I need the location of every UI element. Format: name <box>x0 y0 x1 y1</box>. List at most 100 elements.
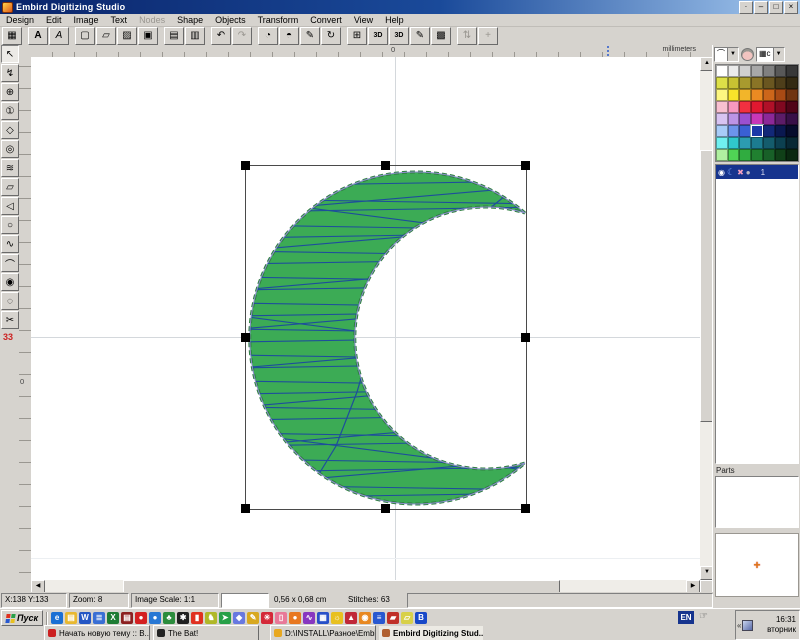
color-swatch[interactable] <box>728 125 740 137</box>
color-swatch[interactable] <box>728 101 740 113</box>
color-swatch[interactable] <box>775 137 787 149</box>
preview-button[interactable]: ▦ <box>2 27 22 45</box>
color-swatch[interactable] <box>775 149 787 161</box>
column-arrow-tool[interactable]: ◁ <box>1 197 19 215</box>
arc-tool-tool[interactable]: ⌒ <box>1 254 19 272</box>
help-button[interactable]: · <box>739 1 753 14</box>
sew-simulator-button[interactable]: ✎ <box>410 27 430 45</box>
view-3d-button[interactable]: 3D <box>368 27 388 45</box>
color-swatch[interactable] <box>739 125 751 137</box>
quick-launch-icon[interactable]: ♣ <box>163 612 175 624</box>
color-swatch[interactable] <box>786 113 798 125</box>
color-swatch[interactable] <box>786 125 798 137</box>
color-swatch[interactable] <box>786 137 798 149</box>
quick-launch-icon[interactable]: ▦ <box>317 612 329 624</box>
ghost-shape-tool[interactable]: ◌ <box>1 292 19 310</box>
color-swatch[interactable] <box>786 65 798 77</box>
color-swatch[interactable] <box>751 101 763 113</box>
quick-launch-icon[interactable]: X <box>107 612 119 624</box>
quick-launch-icon[interactable]: ▮ <box>191 612 203 624</box>
color-swatch[interactable] <box>763 65 775 77</box>
quick-launch-icon[interactable]: ✎ <box>247 612 259 624</box>
taskbar-window-button[interactable]: Начать новую тему :: B... <box>44 625 150 640</box>
zoom-1-1-tool[interactable]: ① <box>1 102 19 120</box>
color-swatch[interactable] <box>716 101 728 113</box>
selection-handle[interactable] <box>241 504 250 513</box>
color-swatch[interactable] <box>775 77 787 89</box>
edit-nodes-tool[interactable]: ↯ <box>1 64 19 82</box>
color-swatch[interactable] <box>716 137 728 149</box>
language-indicator[interactable]: EN <box>678 611 694 624</box>
color-swatch[interactable] <box>739 149 751 161</box>
color-swatch[interactable] <box>716 77 728 89</box>
color-swatch[interactable] <box>739 77 751 89</box>
color-swatch[interactable] <box>763 125 775 137</box>
regenerate-button[interactable]: ↻ <box>321 27 341 45</box>
menu-objects[interactable]: Objects <box>209 14 252 26</box>
color-swatch[interactable] <box>716 125 728 137</box>
quick-launch-icon[interactable]: ☼ <box>331 612 343 624</box>
image-tool-button[interactable]: ▩ <box>431 27 451 45</box>
selection-rectangle[interactable] <box>245 165 527 510</box>
color-swatch[interactable] <box>775 101 787 113</box>
color-swatch[interactable] <box>739 137 751 149</box>
open-image-button[interactable]: ▨ <box>117 27 137 45</box>
tray-collapse-chevron[interactable]: « <box>737 621 741 630</box>
quick-launch-icon[interactable]: ♞ <box>205 612 217 624</box>
quick-launch-icon[interactable]: ➤ <box>219 612 231 624</box>
design-canvas[interactable] <box>31 57 700 580</box>
color-swatch[interactable] <box>751 89 763 101</box>
color-swatch[interactable] <box>751 113 763 125</box>
selection-handle[interactable] <box>381 161 390 170</box>
tray-app-icon[interactable] <box>742 620 753 631</box>
color-swatch[interactable] <box>739 89 751 101</box>
menu-image[interactable]: Image <box>68 14 105 26</box>
menu-shape[interactable]: Shape <box>171 14 209 26</box>
quick-launch-icon[interactable]: ▯ <box>275 612 287 624</box>
color-swatch[interactable] <box>739 101 751 113</box>
undo-button[interactable]: ↶ <box>211 27 231 45</box>
quick-launch-icon[interactable]: ▱ <box>401 612 413 624</box>
menu-view[interactable]: View <box>348 14 379 26</box>
layer-row-selected[interactable]: ◉ ☾ ✖ ● 1 <box>716 165 798 179</box>
density-edit-button[interactable]: ✎ <box>300 27 320 45</box>
view-3d-stitches-button[interactable]: 3D <box>389 27 409 45</box>
taskbar-window-button[interactable]: The Bat! <box>153 625 259 640</box>
menu-design[interactable]: Design <box>0 14 40 26</box>
digitizer-head-icon[interactable] <box>741 48 754 61</box>
horizontal-scrollbar[interactable]: ◀ ▶ <box>31 580 700 592</box>
color-swatch[interactable] <box>775 65 787 77</box>
selection-handle[interactable] <box>241 161 250 170</box>
color-swatch[interactable] <box>728 89 740 101</box>
outline-shape-tool[interactable]: ○ <box>1 216 19 234</box>
quick-launch-icon[interactable]: ✳ <box>261 612 273 624</box>
quick-launch-icon[interactable]: ● <box>135 612 147 624</box>
pattern-combo[interactable]: ▦c ▼ <box>756 47 785 62</box>
color-swatch[interactable] <box>786 89 798 101</box>
vertical-scrollbar[interactable]: ▲ ▼ <box>700 57 712 580</box>
fill-hole-tool[interactable]: ◎ <box>1 140 19 158</box>
color-swatch[interactable] <box>716 65 728 77</box>
quick-launch-icon[interactable]: ✱ <box>177 612 189 624</box>
scissors-tool[interactable]: ✂ <box>1 311 19 329</box>
color-swatch[interactable] <box>728 77 740 89</box>
color-swatch[interactable] <box>763 149 775 161</box>
quick-launch-icon[interactable]: ● <box>289 612 301 624</box>
minimize-button[interactable]: – <box>754 1 768 14</box>
quick-launch-icon[interactable]: W <box>79 612 91 624</box>
selection-handle[interactable] <box>521 333 530 342</box>
quick-launch-icon[interactable]: ◉ <box>359 612 371 624</box>
density-2-button[interactable]: ◓ <box>279 27 299 45</box>
color-swatch[interactable] <box>763 89 775 101</box>
selection-handle[interactable] <box>381 504 390 513</box>
color-swatch[interactable] <box>716 113 728 125</box>
color-swatch[interactable] <box>751 149 763 161</box>
quick-launch-icon[interactable]: ∿ <box>303 612 315 624</box>
visibility-eye-icon[interactable]: ◉ <box>718 168 725 177</box>
color-swatch[interactable] <box>716 89 728 101</box>
start-button[interactable]: Пуск <box>1 610 43 626</box>
color-swatch[interactable] <box>786 149 798 161</box>
object-layer-list[interactable]: ◉ ☾ ✖ ● 1 <box>715 164 799 464</box>
color-swatch[interactable] <box>716 149 728 161</box>
menu-help[interactable]: Help <box>379 14 410 26</box>
